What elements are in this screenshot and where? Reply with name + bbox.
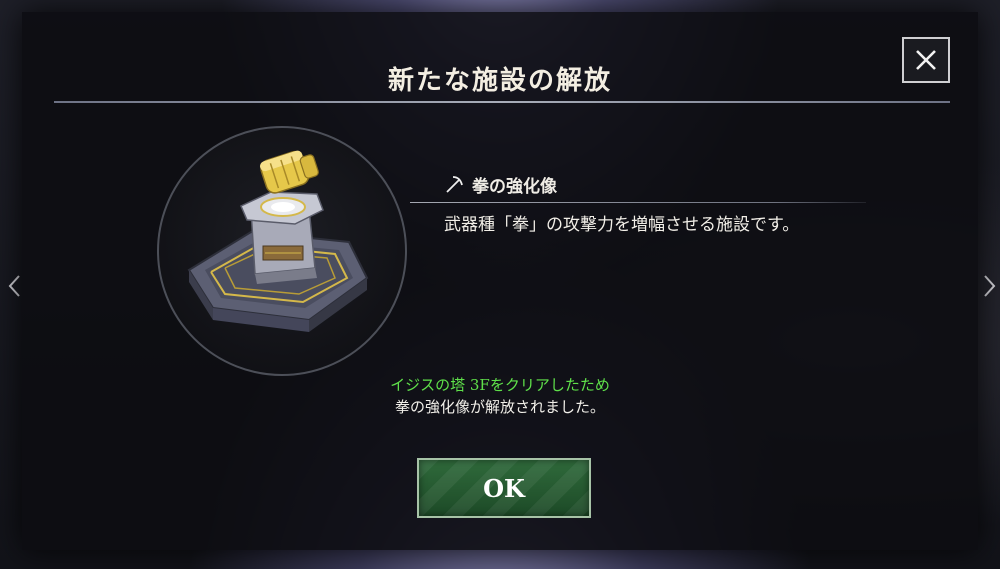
facility-name-divider: [410, 202, 866, 203]
facility-image-frame: [157, 126, 407, 376]
chevron-right-icon[interactable]: [980, 272, 1000, 300]
chevron-left-icon[interactable]: [4, 272, 24, 300]
facility-unlock-dialog: 新たな施設の解放 拳の強化像 武器種「拳」の攻撃力を増幅させる施設です。 イジス…: [22, 12, 978, 550]
unlock-notice: イジスの塔 3Fをクリアしたため 拳の強化像が解放されました。: [22, 374, 978, 418]
unlock-result-text: 拳の強化像が解放されました。: [394, 398, 605, 416]
unlock-condition-text: イジスの塔 3Fをクリアしたため: [390, 376, 610, 394]
facility-name: 拳の強化像: [472, 177, 557, 197]
facility-description: 武器種「拳」の攻撃力を増幅させる施設です。: [444, 215, 800, 235]
title-divider: [54, 101, 950, 103]
ok-button[interactable]: OK: [417, 458, 591, 518]
dialog-title: 新たな施設の解放: [387, 66, 612, 96]
close-button[interactable]: [902, 37, 950, 83]
close-icon: [916, 50, 936, 70]
facility-name-row: 拳の強化像: [444, 172, 557, 197]
fist-statue-facility-image: [187, 150, 369, 332]
pickaxe-icon: [446, 175, 463, 193]
